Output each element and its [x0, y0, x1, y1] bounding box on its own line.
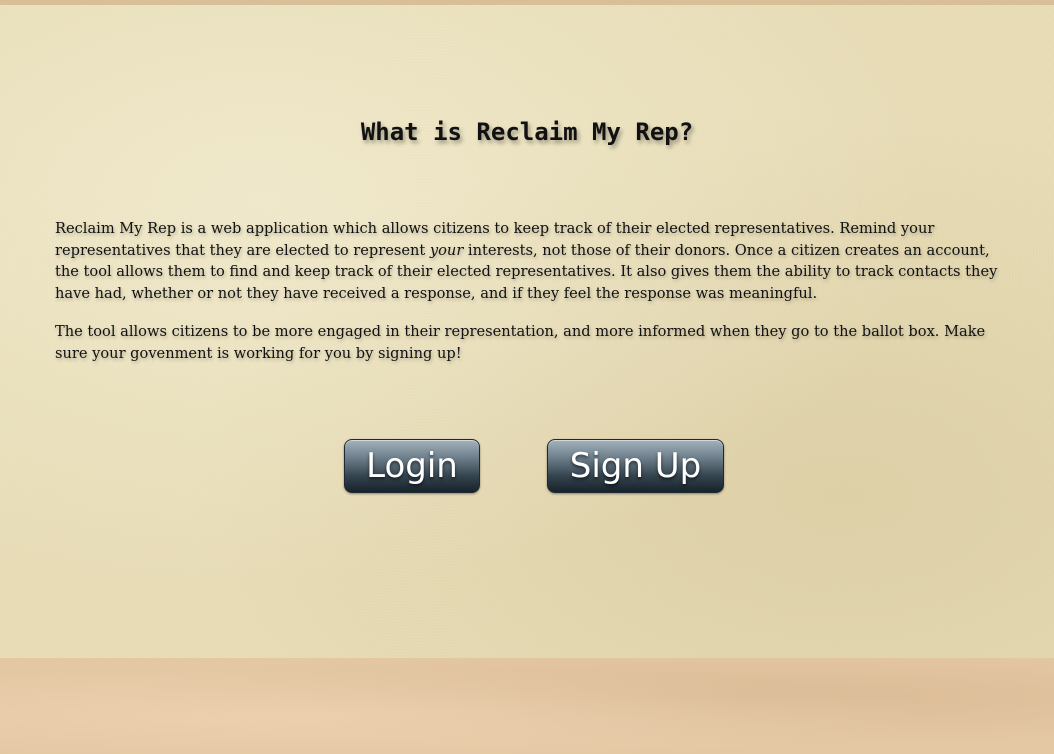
login-button[interactable]: Login: [344, 439, 480, 493]
description: Reclaim My Rep is a web application whic…: [55, 218, 1005, 381]
bottom-band: [0, 658, 1054, 754]
description-paragraph-2: The tool allows citizens to be more enga…: [55, 323, 986, 362]
description-paragraph-1: Reclaim My Rep is a web application whic…: [55, 218, 1005, 304]
page-title: What is Reclaim My Rep?: [360, 118, 694, 146]
paragraph-1-emphasis: your: [429, 241, 464, 259]
signup-button[interactable]: Sign Up: [547, 439, 724, 493]
